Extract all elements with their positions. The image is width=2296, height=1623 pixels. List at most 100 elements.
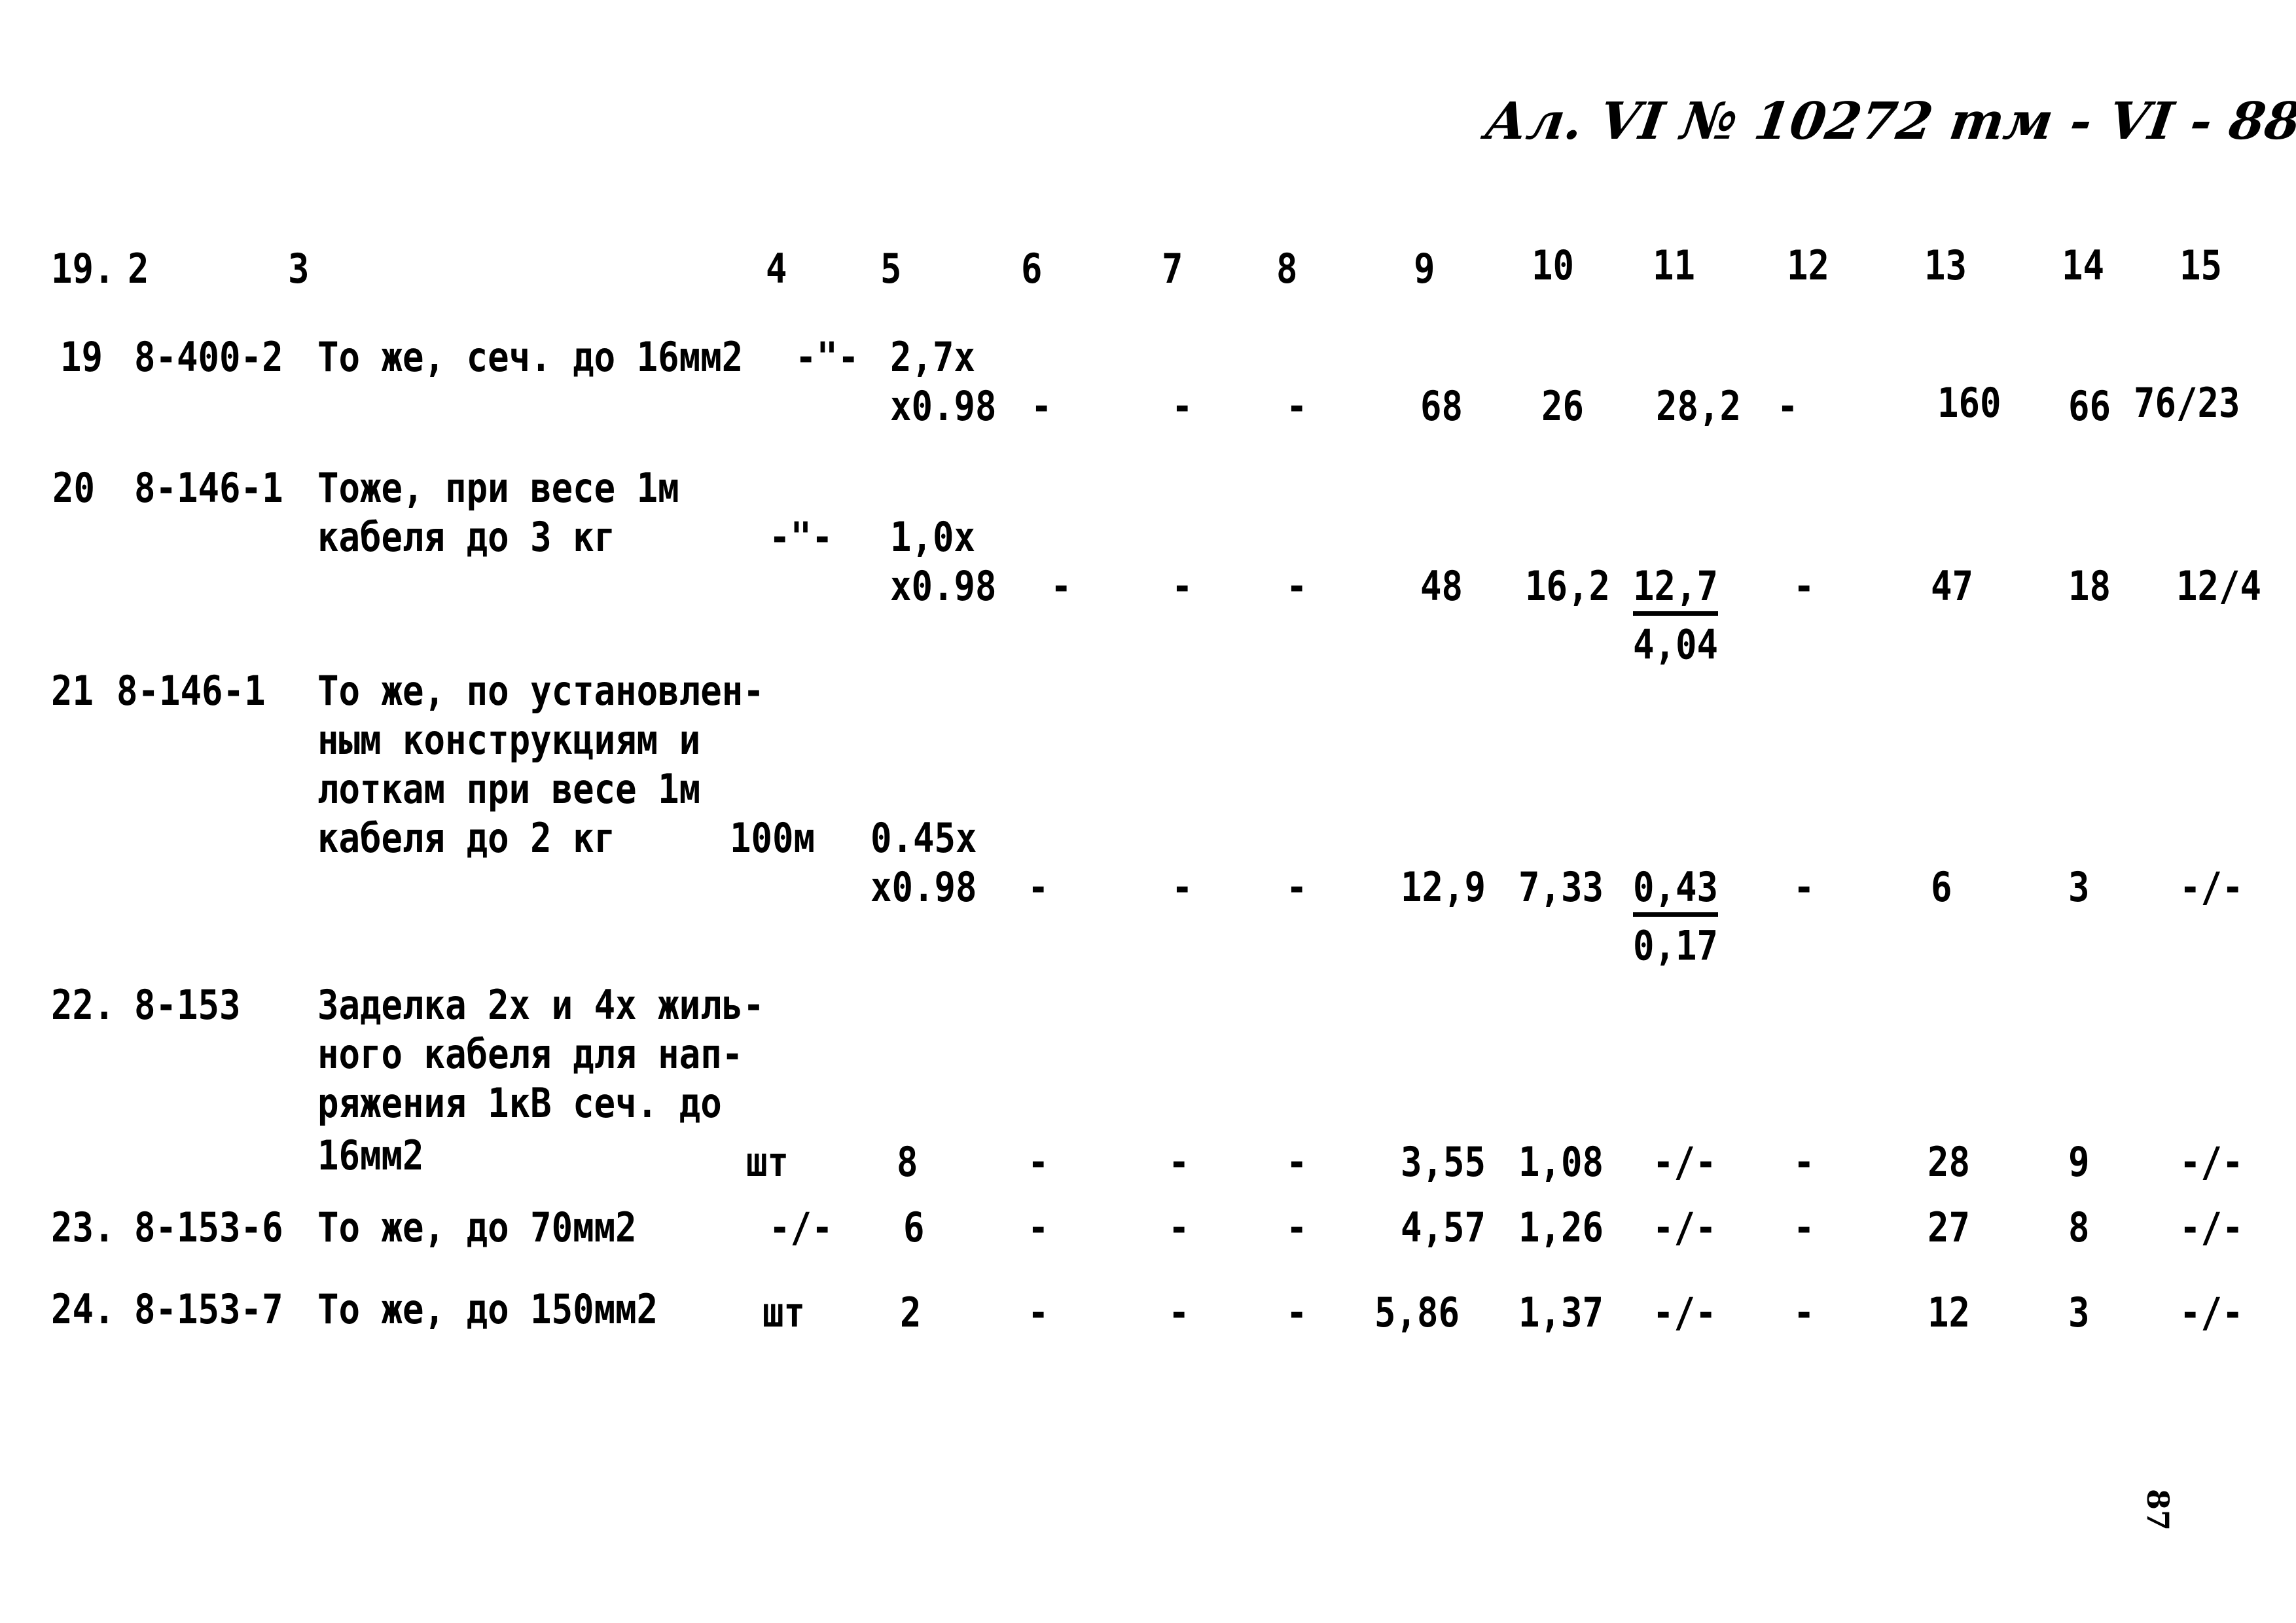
row-qty-line: 8: [897, 1138, 918, 1186]
column-header: 8: [1276, 245, 1298, 293]
cell-c6: -: [1028, 1289, 1049, 1336]
row-description-line: ным конструкциям и: [317, 716, 701, 764]
cell-c7: -: [1172, 562, 1193, 610]
cell-c11: -/-: [1653, 1138, 1717, 1186]
row-description-line: Тоже, при весе 1м: [317, 464, 679, 512]
column-header: 10: [1532, 241, 1575, 289]
row-qty-line: х0.98: [890, 382, 997, 430]
page-number: 87: [2140, 1488, 2176, 1531]
cell-c11: 28,2: [1656, 382, 1742, 430]
cell-c11-fraction: 12,7 4,04: [1633, 565, 1719, 666]
row-code: 8-400-2: [134, 333, 283, 381]
row-qty-line: х0.98: [870, 863, 977, 911]
row-unit: -"-: [769, 513, 833, 561]
cell-c6: -: [1050, 562, 1072, 610]
row-number: 24.: [51, 1285, 115, 1333]
row-description-line: ряжения 1кВ сеч. до: [317, 1079, 722, 1127]
row-description-line: лоткам при весе 1м: [317, 765, 701, 813]
row-description-line: кабеля до 2 кг: [317, 814, 616, 862]
cell-c14: 66: [2068, 382, 2111, 430]
cell-c6: -: [1028, 1138, 1049, 1186]
cell-c9: 48: [1420, 562, 1463, 610]
cell-c8: -: [1286, 1138, 1308, 1186]
column-header: 4: [766, 245, 787, 293]
row-code: 8-153-7: [134, 1285, 283, 1333]
column-header: 14: [2062, 241, 2105, 289]
cell-c13: 6: [1931, 863, 1952, 911]
cell-c13: 27: [1928, 1204, 1971, 1251]
cell-c15: -/-: [2179, 1204, 2244, 1251]
row-description-line: То же, до 150мм2: [317, 1285, 658, 1333]
cell-c15: 76/23: [2134, 379, 2240, 427]
column-header: 5: [880, 245, 902, 293]
cell-c8: -: [1286, 562, 1308, 610]
cell-c12: -: [1793, 1138, 1815, 1186]
row-description-line: кабеля до 3 кг: [317, 513, 616, 561]
cell-c10: 1,37: [1518, 1289, 1604, 1336]
cell-c10: 7,33: [1518, 863, 1604, 911]
row-unit: 100м: [730, 814, 816, 862]
row-number: 23.: [51, 1204, 115, 1251]
row-code: 8-146-1: [117, 667, 266, 715]
cell-c6: -: [1028, 1204, 1049, 1251]
cell-c10: 16,2: [1525, 562, 1611, 610]
row-description-line: То же, по установлен-: [317, 667, 764, 715]
cell-c7: -: [1168, 1289, 1190, 1336]
cell-c14: 3: [2068, 1289, 2090, 1336]
row-number: 21: [51, 667, 94, 715]
cell-c14: 8: [2068, 1204, 2090, 1251]
cell-c12: -: [1793, 1289, 1815, 1336]
cell-c8: -: [1286, 1204, 1308, 1251]
row-qty-line: 0.45х: [870, 814, 977, 862]
row-unit: шт: [746, 1138, 789, 1186]
row-number: 19: [60, 333, 103, 381]
row-qty-line: 2,7х: [890, 333, 976, 381]
cell-c13: 28: [1928, 1138, 1971, 1186]
column-header: 13: [1924, 241, 1967, 289]
cell-c7: -: [1172, 863, 1193, 911]
cell-c6: -: [1028, 863, 1049, 911]
column-header: 12: [1787, 241, 1830, 289]
cell-c7: -: [1168, 1138, 1190, 1186]
row-unit: -"-: [795, 333, 859, 381]
cell-c12: -: [1793, 562, 1815, 610]
cell-c12: -: [1793, 863, 1815, 911]
cell-c7: -: [1172, 382, 1193, 430]
cell-c11: -/-: [1653, 1204, 1717, 1251]
column-header: 2: [128, 245, 149, 293]
cell-c14: 18: [2068, 562, 2111, 610]
cell-c11-fraction: 0,43 0,17: [1633, 866, 1719, 970]
row-qty-line: х0.98: [890, 562, 997, 610]
fraction-numerator: 0,43: [1633, 866, 1719, 917]
row-number: 20: [52, 464, 96, 512]
cell-c9: 68: [1420, 382, 1463, 430]
cell-c8: -: [1286, 1289, 1308, 1336]
cell-c14: 3: [2068, 863, 2090, 911]
row-code: 8-153-6: [134, 1204, 283, 1251]
row-unit: -/-: [769, 1204, 833, 1251]
column-header: 3: [288, 245, 310, 293]
column-header: 11: [1653, 241, 1696, 289]
cell-c10: 26: [1541, 382, 1585, 430]
row-qty-line: 1,0х: [890, 513, 976, 561]
row-description-line: То же, сеч. до 16мм2: [317, 333, 744, 381]
row-description-line: То же, до 70мм2: [317, 1204, 637, 1251]
cell-c12: -: [1793, 1204, 1815, 1251]
cell-c10: 1,08: [1518, 1138, 1604, 1186]
row-qty-line: 6: [903, 1204, 925, 1251]
cell-c14: 9: [2068, 1138, 2090, 1186]
fraction-denominator: 0,17: [1633, 921, 1719, 970]
fraction-numerator: 12,7: [1633, 565, 1719, 616]
row-code: 8-153: [134, 981, 241, 1029]
cell-c13: 47: [1931, 562, 1974, 610]
column-header: 15: [2179, 241, 2223, 289]
cell-c8: -: [1286, 863, 1308, 911]
cell-c13: 160: [1937, 379, 2001, 427]
cell-c9: 12,9: [1401, 863, 1486, 911]
cell-c11: -/-: [1653, 1289, 1717, 1336]
row-unit: шт: [762, 1289, 806, 1336]
cell-c9: 5,86: [1374, 1289, 1460, 1336]
column-header: 19.: [51, 245, 115, 293]
cell-c12: -: [1777, 382, 1799, 430]
cell-c15: 12/4: [2176, 562, 2262, 610]
